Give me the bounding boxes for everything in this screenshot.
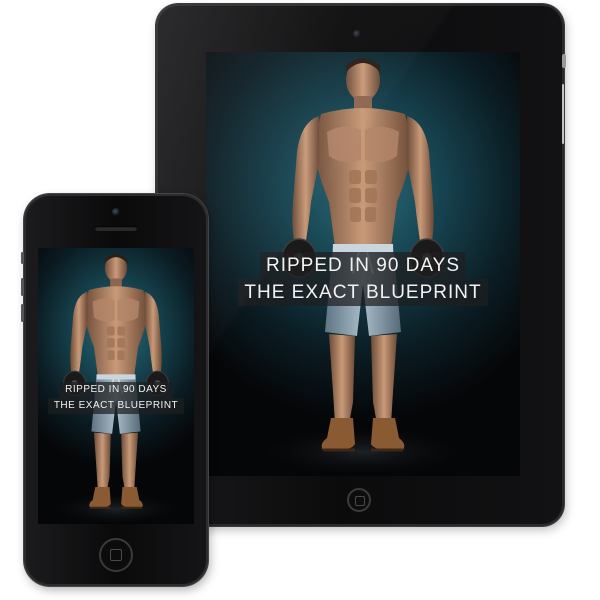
tablet-volume-button bbox=[562, 54, 566, 68]
speaker-grille-icon bbox=[95, 226, 137, 231]
phone-volume-down-button bbox=[21, 304, 24, 322]
tablet-device: RIPPED IN 90 DAYS THE EXACT BLUEPRINT bbox=[156, 4, 566, 526]
home-button-icon[interactable] bbox=[347, 488, 371, 512]
phone-volume-up-button bbox=[21, 278, 24, 296]
camera-icon bbox=[112, 208, 120, 216]
title-line-2: THE EXACT BLUEPRINT bbox=[238, 279, 488, 306]
phone-screen: RIPPED IN 90 DAYS THE EXACT BLUEPRINT bbox=[38, 248, 194, 524]
title-line-1: RIPPED IN 90 DAYS bbox=[259, 252, 467, 279]
phone-mute-switch bbox=[21, 252, 24, 264]
home-button-icon[interactable] bbox=[99, 538, 133, 572]
title-line-2: THE EXACT BLUEPRINT bbox=[47, 398, 185, 414]
title-line-1: RIPPED IN 90 DAYS bbox=[59, 382, 173, 398]
cover-title: RIPPED IN 90 DAYS THE EXACT BLUEPRINT bbox=[38, 382, 194, 414]
camera-icon bbox=[353, 30, 361, 38]
phone-device: RIPPED IN 90 DAYS THE EXACT BLUEPRINT bbox=[21, 194, 208, 586]
tablet-screen: RIPPED IN 90 DAYS THE EXACT BLUEPRINT bbox=[206, 52, 520, 476]
cover-title: RIPPED IN 90 DAYS THE EXACT BLUEPRINT bbox=[206, 252, 520, 306]
tablet-side-switch bbox=[562, 84, 564, 144]
